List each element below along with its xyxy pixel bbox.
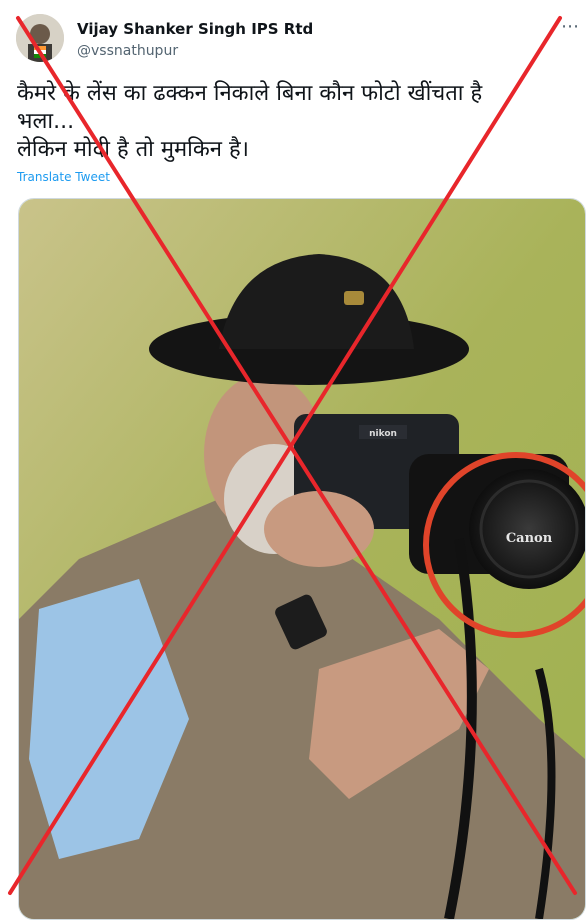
author-name[interactable]: Vijay Shanker Singh IPS Rtd <box>77 20 313 38</box>
tweet-card: Vijay Shanker Singh IPS Rtd @vssnathupur… <box>0 0 586 920</box>
more-icon[interactable]: ⋯ <box>557 14 583 40</box>
translate-tweet-link[interactable]: Translate Tweet <box>17 170 110 184</box>
tweet-line: लेकिन मोदी है तो मुमकिन है। <box>17 137 249 162</box>
tweet-line: भला... <box>17 109 75 134</box>
avatar[interactable] <box>16 14 64 62</box>
tweet-line: कैमरे के लेंस का ढक्कन निकाले बिना कौन फ… <box>17 81 483 106</box>
lens-cap-brand-label: Canon <box>506 531 553 546</box>
camera-brand-label: nikon <box>369 429 397 439</box>
tweet-photo[interactable]: nikon Canon <box>18 198 586 920</box>
tweet-text: कैमरे के लेंस का ढक्कन निकाले बिना कौन फ… <box>17 80 557 164</box>
author-handle[interactable]: @vssnathupur <box>77 43 178 59</box>
